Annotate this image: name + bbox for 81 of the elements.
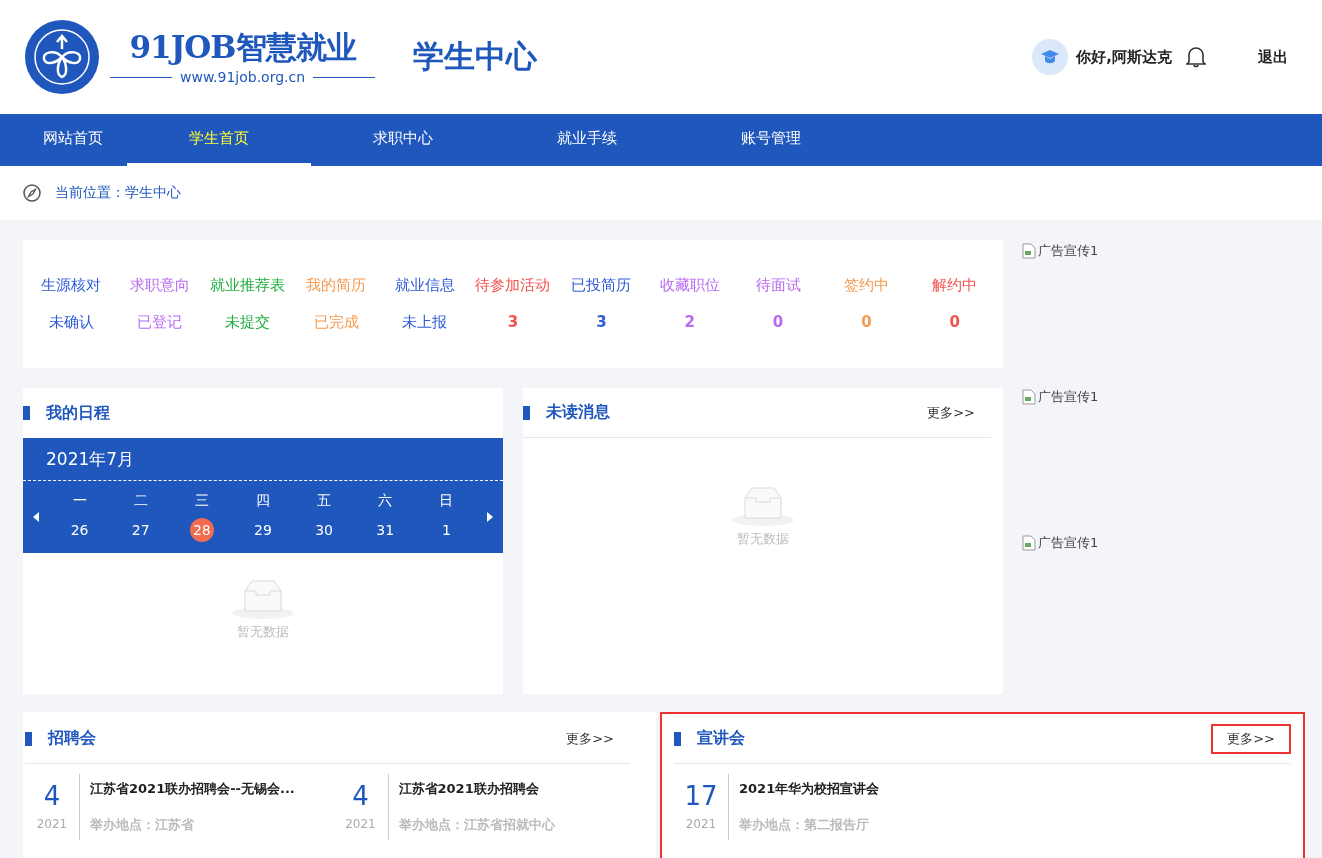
stat-label[interactable]: 生源核对 [27,276,116,295]
page-title: 学生中心 [413,37,538,76]
panel-title: 我的日程 [46,402,110,424]
event-title-link[interactable]: 江苏省2021联办招聘会--无锡会... [90,780,295,798]
stat-label[interactable]: 解约中 [910,276,999,295]
event-location: 举办地点：第二报告厅 [739,816,870,834]
title-marker-icon [25,731,32,746]
stat-value: 未上报 [401,313,449,332]
stat-value: 未提交 [224,313,272,332]
stat-value: 未确认 [47,313,95,332]
nav-tab[interactable]: 就业手续 [495,114,679,166]
stat-value: 已完成 [312,313,360,332]
logo-title: 91JOB智慧就业 [129,29,356,65]
weekday-label: 日 [439,492,454,510]
calendar-day[interactable]: 29 [251,518,275,542]
weekday-label: 三 [194,492,209,510]
broken-image-icon [1022,389,1036,405]
event-day: 4 [43,783,61,809]
event-year: 2021 [36,817,68,831]
nav-tab[interactable]: 账号管理 [679,114,863,166]
ad-image-alt-text: 广告宣传1 [1038,388,1099,406]
stat-label[interactable]: 待参加活动 [468,276,558,295]
weekday-label: 六 [378,492,393,510]
event-year: 2021 [345,817,376,831]
stat-value: 0 [860,313,873,332]
event-title-link[interactable]: 2021年华为校招宣讲会 [739,780,880,798]
event-year: 2021 [685,817,717,831]
calendar-month: 2021年7月 [46,447,135,471]
previous-arrow-icon[interactable] [33,512,39,522]
title-marker-icon [523,405,530,420]
empty-inbox-icon [231,577,295,619]
broken-image-icon [1022,243,1036,259]
event-day: 17 [684,783,718,809]
nav-tab[interactable]: 网站首页 [23,114,127,166]
event-title-link[interactable]: 江苏省2021联办招聘会 [398,780,555,798]
compass-icon [23,184,41,202]
stat-value: 0 [948,313,962,332]
event-day: 4 [352,783,369,809]
panel-title: 招聘会 [48,728,96,749]
stat-value: 3 [506,313,520,332]
panel-title: 未读消息 [546,402,610,423]
weekday-label: 四 [256,492,270,510]
logo-url: www.91job.org.cn [110,69,376,85]
stat-value: 3 [595,313,608,332]
stat-label[interactable]: 已投简历 [557,276,646,295]
stat-value: 2 [683,313,696,332]
more-link[interactable]: 更多>> [911,397,991,428]
calendar-day[interactable]: 26 [67,518,92,542]
nav-tab[interactable]: 求职中心 [311,114,495,166]
ad-image-alt-text: 广告宣传1 [1038,534,1099,552]
stat-label[interactable]: 就业信息 [380,276,469,295]
event-location: 举办地点：江苏省 [90,816,195,834]
broken-image-icon [1022,535,1036,551]
user-greeting: 你好,阿斯达克 [1076,47,1172,67]
logout-link[interactable]: 退出 [1258,47,1288,67]
empty-state-text: 暂无数据 [237,623,289,641]
stat-value: 0 [771,313,785,332]
more-link[interactable]: 更多>> [550,723,630,754]
panel-title: 宣讲会 [697,728,745,749]
ad-image-alt-text: 广告宣传1 [1038,242,1099,260]
calendar-day[interactable]: 31 [373,518,398,542]
title-marker-icon [23,406,30,420]
title-marker-icon [674,731,681,746]
stat-label[interactable]: 求职意向 [115,276,204,295]
breadcrumb-text: 当前位置：学生中心 [55,184,181,202]
stat-value: 已登记 [136,313,184,332]
avatar-icon [1032,39,1069,75]
next-arrow-icon[interactable] [487,512,493,522]
calendar-day[interactable]: 1 [434,518,459,542]
stat-label[interactable]: 待面试 [733,276,823,295]
weekday-label: 五 [317,492,332,510]
weekday-label: 二 [133,492,148,510]
weekday-label: 一 [72,492,87,510]
calendar-day[interactable]: 27 [128,518,153,542]
empty-state-text: 暂无数据 [737,530,789,548]
empty-inbox-icon [731,484,795,526]
event-location: 举办地点：江苏省招就中心 [398,816,555,834]
stat-label[interactable]: 收藏职位 [645,276,734,295]
calendar-day[interactable]: 30 [312,518,337,542]
bell-icon[interactable] [1186,46,1206,68]
more-link[interactable]: 更多>> [1211,723,1291,754]
